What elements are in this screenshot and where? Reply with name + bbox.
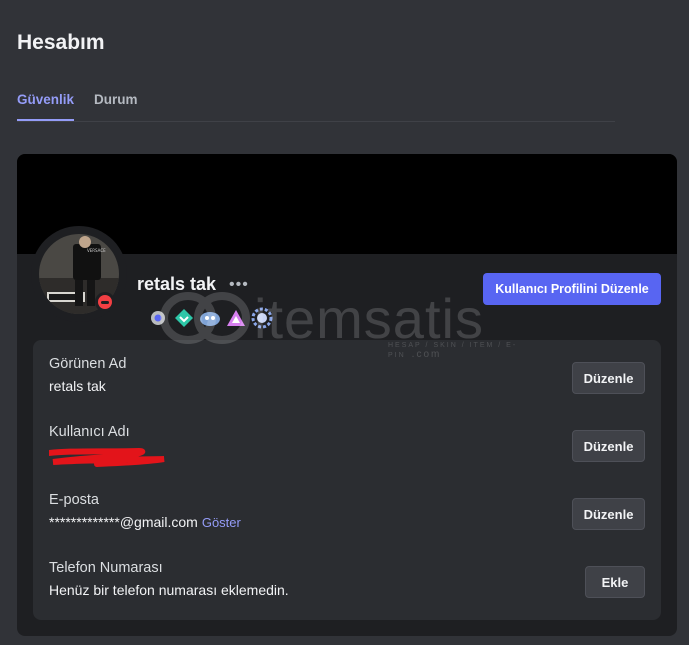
- dnd-status-icon: [95, 292, 115, 312]
- tab-status[interactable]: Durum: [94, 92, 138, 107]
- tab-bar: Güvenlik Durum: [17, 88, 615, 122]
- redaction-scribble: [38, 447, 165, 467]
- display-name-label: Görünen Ad: [49, 356, 127, 372]
- phone-value: Henüz bir telefon numarası eklemedin.: [49, 582, 289, 598]
- nitro-icon[interactable]: [147, 307, 169, 329]
- email-value-row: *************@gmail.com Göster: [49, 514, 241, 530]
- edit-display-name-button[interactable]: Düzenle: [572, 362, 645, 394]
- avatar-wrapper[interactable]: VERSACE: [31, 226, 127, 322]
- add-phone-button[interactable]: Ekle: [585, 566, 645, 598]
- account-card: VERSACE retals tak ••• Kullanıcı Profili…: [17, 154, 677, 636]
- avatar-shirt-text: VERSACE: [87, 248, 106, 253]
- badge-list: [147, 306, 273, 330]
- gear-badge-icon[interactable]: [251, 307, 273, 329]
- edit-user-profile-button[interactable]: Kullanıcı Profilini Düzenle: [483, 273, 661, 305]
- show-email-link[interactable]: Göster: [202, 515, 241, 530]
- username-value: [38, 446, 179, 467]
- edit-email-button[interactable]: Düzenle: [572, 498, 645, 530]
- account-info-panel: Görünen Ad retals tak Düzenle Kullanıcı …: [33, 340, 661, 620]
- page-title: Hesabım: [17, 31, 105, 54]
- more-options-icon[interactable]: •••: [229, 276, 249, 294]
- phone-label: Telefon Numarası: [49, 560, 163, 576]
- display-name-value: retals tak: [49, 378, 106, 394]
- username-label: Kullanıcı Adı: [49, 424, 130, 440]
- tab-security[interactable]: Güvenlik: [17, 92, 75, 121]
- email-value: *************@gmail.com: [49, 514, 198, 530]
- hypesquad-icon[interactable]: [225, 307, 247, 329]
- edit-username-button[interactable]: Düzenle: [572, 430, 645, 462]
- profile-banner: [17, 154, 677, 254]
- email-field: E-posta *************@gmail.com Göster: [49, 492, 241, 530]
- display-name-field: Görünen Ad retals tak: [49, 356, 126, 394]
- boost-icon[interactable]: [173, 307, 195, 329]
- profile-username: retals tak: [137, 274, 217, 294]
- quest-icon[interactable]: [199, 307, 221, 329]
- username-field: Kullanıcı Adı: [38, 424, 179, 467]
- phone-field: Telefon Numarası Henüz bir telefon numar…: [49, 560, 289, 598]
- email-label: E-posta: [49, 492, 99, 508]
